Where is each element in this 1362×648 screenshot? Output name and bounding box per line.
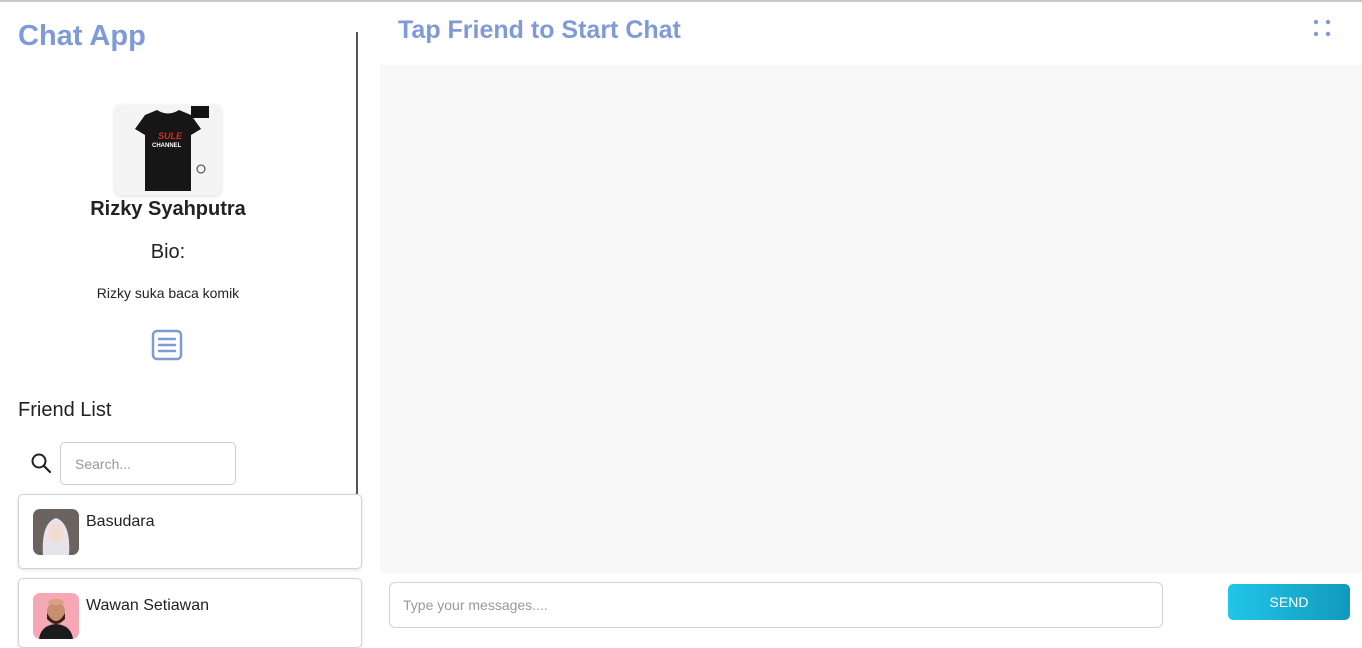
shirt-logo-line2: CHANNEL bbox=[152, 143, 182, 149]
friend-avatar bbox=[33, 509, 79, 555]
bio-label: Bio: bbox=[150, 241, 186, 263]
chat-panel: Tap Friend to Start Chat SEND bbox=[380, 2, 1362, 636]
more-dots-icon[interactable] bbox=[1312, 18, 1334, 40]
profile-avatar: SULE CHANNEL bbox=[115, 105, 221, 195]
friend-name: Basudara bbox=[86, 513, 155, 530]
profile-name: Rizky Syahputra bbox=[90, 198, 246, 220]
friend-avatar bbox=[33, 593, 79, 639]
message-input[interactable] bbox=[389, 582, 1163, 628]
friend-name: Wawan Setiawan bbox=[86, 597, 210, 614]
app-title: Chat App bbox=[18, 20, 146, 52]
bio-text: Rizky suka baca komik bbox=[96, 285, 240, 301]
search-icon bbox=[30, 452, 52, 474]
sidebar-divider bbox=[356, 32, 358, 494]
message-area bbox=[380, 65, 1362, 573]
sidebar: Chat App SULE CHANNEL Rizky Syahputra Bi… bbox=[0, 2, 362, 648]
send-button[interactable]: SEND bbox=[1228, 584, 1350, 620]
friend-item-wawan-setiawan[interactable]: Wawan Setiawan bbox=[18, 578, 362, 648]
friend-list-title: Friend List bbox=[18, 399, 112, 421]
friend-item-basudara[interactable]: Basudara bbox=[18, 494, 362, 569]
list-menu-icon[interactable] bbox=[151, 329, 183, 361]
chat-title: Tap Friend to Start Chat bbox=[398, 16, 681, 44]
shirt-logo-line1: SULE bbox=[158, 131, 183, 141]
friend-search-input[interactable] bbox=[60, 442, 236, 485]
